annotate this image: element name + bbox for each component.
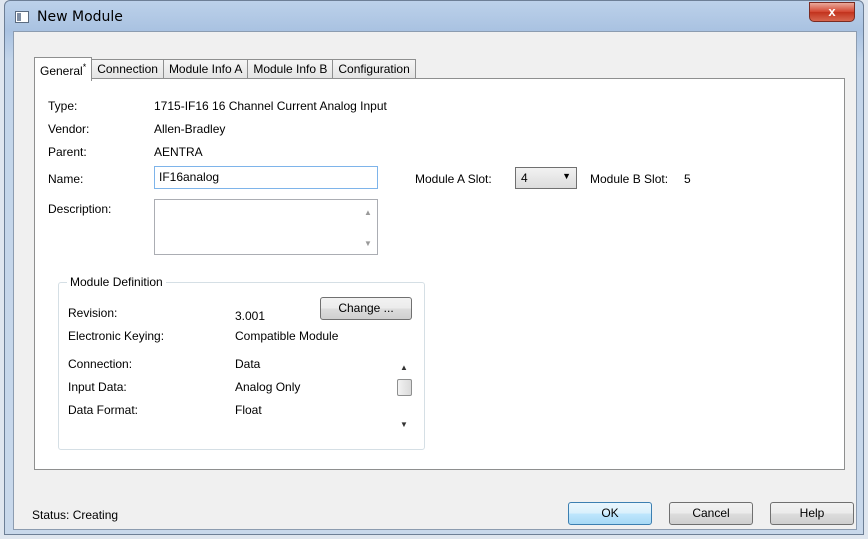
title-bar[interactable]: New Module x (5, 1, 863, 33)
close-button[interactable]: x (809, 2, 855, 22)
module-definition-group: Module Definition Revision: 3.001 Change… (58, 275, 425, 450)
module-a-slot-value: 4 (521, 171, 528, 185)
status-label: Status: (32, 508, 70, 522)
input-data-value: Analog Only (235, 380, 301, 394)
tab-module-info-b[interactable]: Module Info B (247, 59, 334, 80)
connection-label: Connection: (68, 357, 133, 371)
electronic-keying-label: Electronic Keying: (68, 329, 165, 343)
type-value: 1715-IF16 16 Channel Current Analog Inpu… (154, 99, 387, 113)
status-value: Creating (72, 508, 119, 522)
electronic-keying-value: Compatible Module (235, 329, 339, 343)
vendor-value: Allen-Bradley (154, 122, 226, 136)
tab-general-label: General (40, 64, 83, 78)
type-label: Type: (48, 99, 78, 113)
description-label: Description: (48, 202, 112, 216)
new-module-dialog: New Module x General* Connection Module … (4, 0, 864, 535)
help-button[interactable]: Help (770, 502, 854, 525)
tab-strip: General* Connection Module Info A Module… (34, 57, 416, 81)
tab-general[interactable]: General* (34, 57, 93, 81)
connection-value: Data (235, 357, 261, 371)
name-input[interactable]: IF16analog (154, 166, 378, 189)
description-textarea[interactable]: ▲ ▼ (154, 199, 378, 255)
change-button[interactable]: Change ... (320, 297, 412, 320)
scroll-down-icon[interactable]: ▼ (364, 239, 372, 248)
module-a-slot-label: Module A Slot: (415, 172, 492, 186)
module-b-slot-label: Module B Slot: (590, 172, 669, 186)
parent-value: AENTRA (154, 145, 203, 159)
scroll-up-icon[interactable]: ▲ (400, 363, 408, 372)
ok-button[interactable]: OK (568, 502, 652, 525)
cancel-button[interactable]: Cancel (669, 502, 753, 525)
module-b-slot-value: 5 (684, 172, 691, 186)
definition-scrollbar[interactable]: ▲ ▼ (396, 361, 413, 429)
tab-configuration[interactable]: Configuration (332, 59, 416, 80)
scroll-up-icon[interactable]: ▲ (364, 208, 372, 217)
chevron-down-icon: ▼ (562, 171, 571, 181)
scroll-down-icon[interactable]: ▼ (400, 420, 408, 429)
revision-label: Revision: (68, 306, 118, 320)
description-scrollbar[interactable]: ▲ ▼ (360, 200, 377, 254)
module-definition-title: Module Definition (67, 275, 166, 289)
status-line: Status: Creating (32, 508, 118, 522)
tab-module-info-a[interactable]: Module Info A (162, 59, 249, 80)
dialog-client-area: General* Connection Module Info A Module… (13, 31, 857, 530)
window-title: New Module (37, 9, 123, 25)
vendor-label: Vendor: (48, 122, 90, 136)
parent-label: Parent: (48, 145, 87, 159)
window-icon (15, 11, 29, 23)
revision-value: 3.001 (235, 309, 266, 323)
general-tab-panel: Type: 1715-IF16 16 Channel Current Analo… (34, 78, 845, 470)
tab-connection[interactable]: Connection (91, 59, 164, 80)
name-label: Name: (48, 172, 84, 186)
input-data-label: Input Data: (68, 380, 127, 394)
tab-modified-marker: * (82, 62, 87, 72)
data-format-label: Data Format: (68, 403, 139, 417)
scrollbar-thumb[interactable] (397, 379, 412, 396)
module-a-slot-dropdown[interactable]: 4 ▼ (515, 167, 577, 189)
data-format-value: Float (235, 403, 262, 417)
